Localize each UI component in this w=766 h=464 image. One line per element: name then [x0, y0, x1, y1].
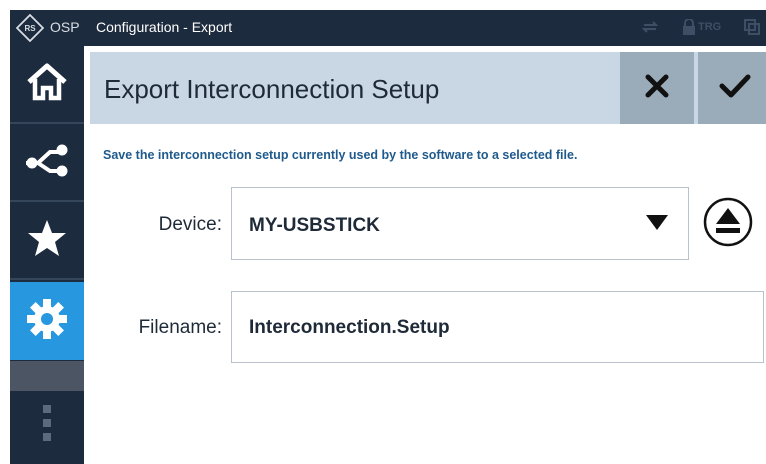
confirm-button[interactable]	[698, 52, 766, 124]
sync-icon	[641, 19, 659, 38]
dialog-title: Export Interconnection Setup	[104, 74, 440, 104]
eject-button[interactable]	[703, 197, 753, 247]
sidebar-item-interconnection[interactable]	[10, 124, 84, 202]
sidebar-item-configuration[interactable]	[10, 282, 84, 360]
device-label: Device:	[158, 214, 222, 235]
sidebar-item-favorites[interactable]	[10, 202, 84, 280]
status-area: TRG	[636, 10, 766, 46]
close-icon	[644, 73, 670, 104]
trigger-status: TRG	[698, 21, 722, 33]
gear-icon	[25, 297, 69, 346]
device-value: MY-USBSTICK	[249, 215, 380, 236]
top-bar: RS OSP Configuration - Export TRG	[10, 10, 766, 46]
checkmark-icon	[719, 73, 751, 104]
sidebar-item-more[interactable]	[10, 391, 84, 464]
filename-value: Interconnection.Setup	[249, 317, 450, 338]
star-icon	[27, 219, 67, 262]
sidebar	[10, 46, 84, 464]
window-title: Configuration - Export	[96, 19, 233, 35]
cancel-button[interactable]	[620, 52, 694, 124]
dropdown-arrow-icon	[646, 215, 668, 231]
app-name: OSP	[50, 19, 80, 35]
window-icon	[744, 19, 760, 38]
home-icon	[25, 62, 69, 107]
eject-icon	[703, 197, 753, 251]
vertical-dots-icon	[41, 405, 53, 450]
dialog-description: Save the interconnection setup currently…	[103, 148, 578, 162]
filename-input[interactable]: Interconnection.Setup	[231, 291, 764, 363]
connection-icon	[24, 142, 70, 183]
lock-icon	[682, 18, 696, 38]
svg-text:RS: RS	[24, 24, 36, 33]
rs-logo-icon: RS	[15, 13, 45, 43]
filename-label: Filename:	[138, 317, 222, 338]
sidebar-divider	[10, 361, 84, 391]
device-select[interactable]: MY-USBSTICK	[231, 187, 689, 260]
dialog-header: Export Interconnection Setup	[90, 52, 766, 124]
sidebar-item-home[interactable]	[10, 46, 84, 124]
